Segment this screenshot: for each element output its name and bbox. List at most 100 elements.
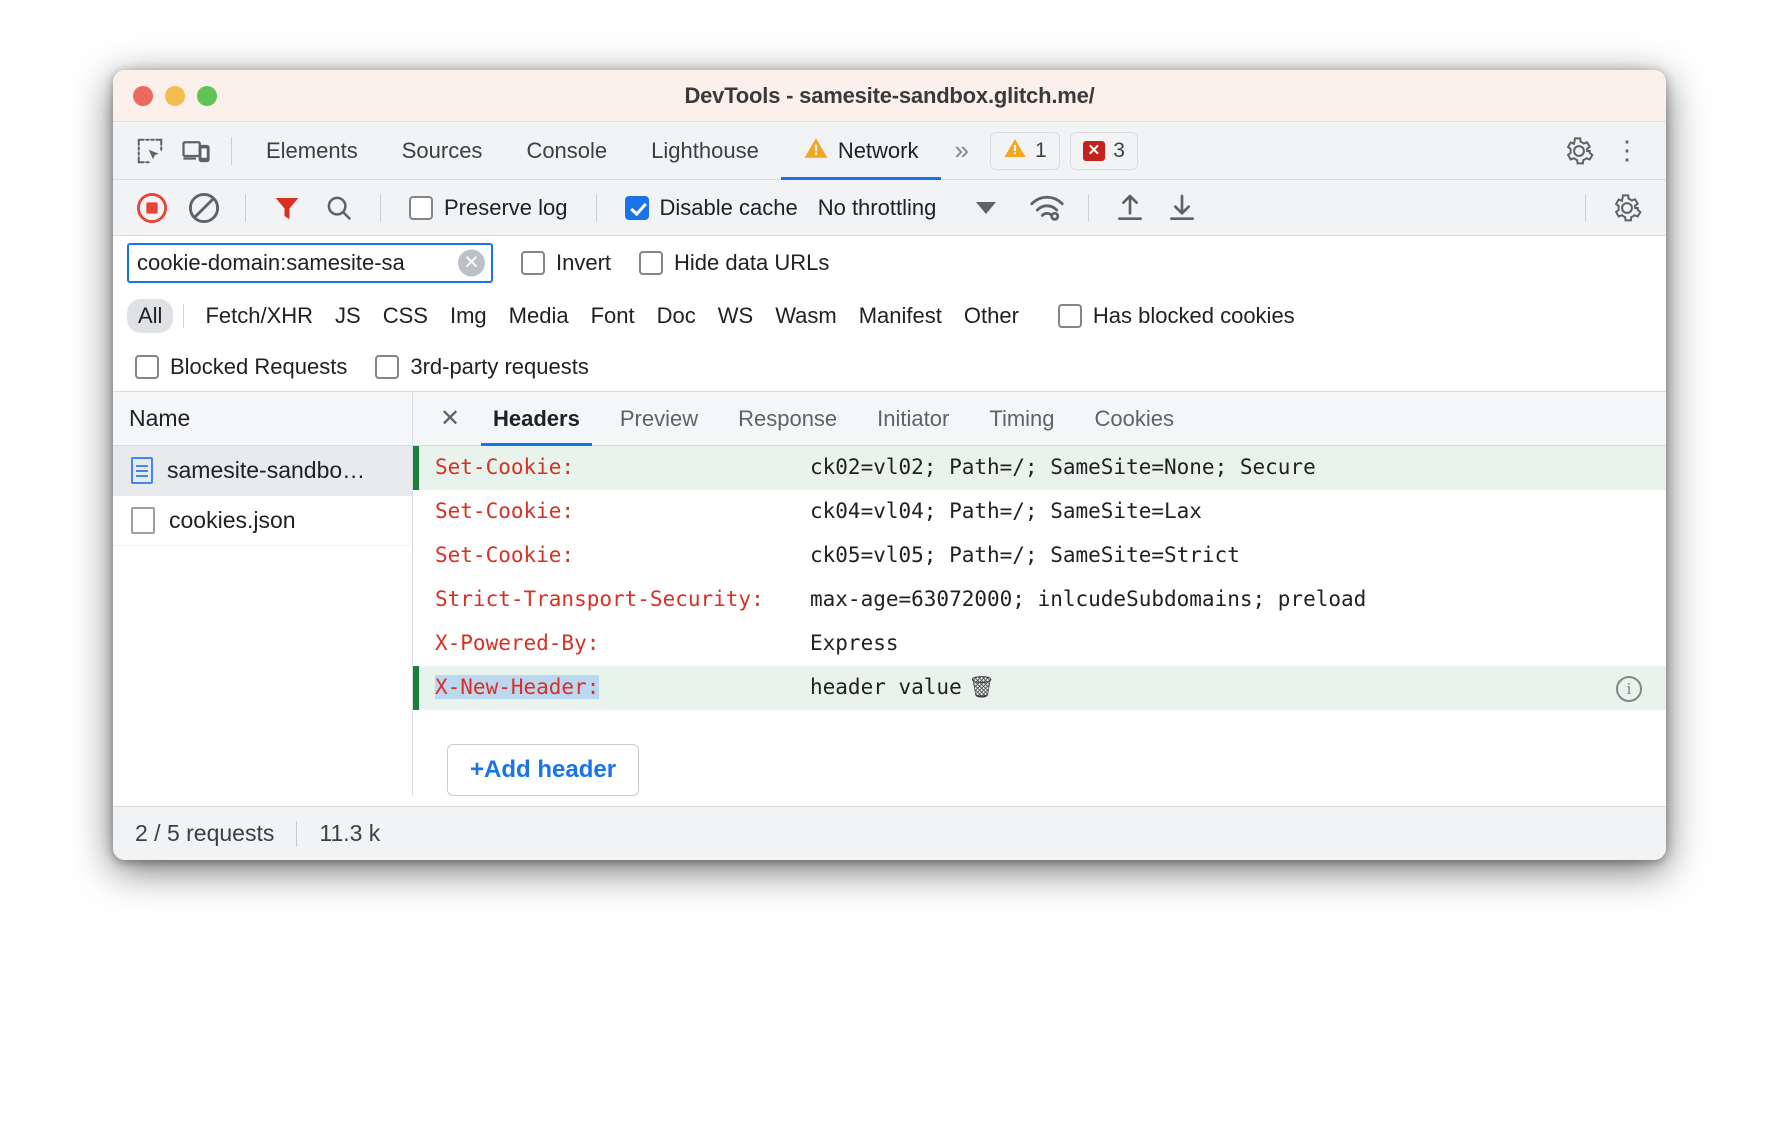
header-name[interactable]: Set-Cookie: xyxy=(435,497,810,527)
trash-icon[interactable]: 🗑 xyxy=(962,675,995,699)
invert-checkbox[interactable]: Invert xyxy=(493,250,611,276)
inspect-element-icon[interactable] xyxy=(127,131,173,171)
checkbox-box[interactable] xyxy=(625,196,649,220)
type-filter-other[interactable]: Other xyxy=(953,299,1030,333)
toolbar-divider xyxy=(231,137,232,165)
record-stop-icon[interactable] xyxy=(129,186,175,230)
document-icon xyxy=(131,457,153,484)
type-filter-all[interactable]: All xyxy=(127,299,173,333)
search-icon[interactable] xyxy=(316,186,362,230)
header-row[interactable]: Set-Cookie: ck02=vl02; Path=/; SameSite=… xyxy=(413,446,1666,490)
blocked-requests-checkbox[interactable]: Blocked Requests xyxy=(127,354,365,380)
header-name[interactable]: Set-Cookie: xyxy=(435,453,810,483)
header-name[interactable]: Strict-Transport-Security: xyxy=(435,585,810,615)
more-tabs-button[interactable]: » xyxy=(941,122,980,180)
filter-input[interactable]: cookie-domain:samesite-sa ✕ xyxy=(127,243,493,283)
warning-count-badge[interactable]: 1 xyxy=(990,132,1060,170)
header-row[interactable]: Set-Cookie: ck05=vl05; Path=/; SameSite=… xyxy=(413,534,1666,578)
header-value[interactable]: ck02=vl02; Path=/; SameSite=None; Secure xyxy=(810,453,1666,483)
preserve-log-label: Preserve log xyxy=(444,195,568,221)
add-header-button[interactable]: +Add header xyxy=(447,744,639,796)
detail-tab-preview[interactable]: Preview xyxy=(600,392,718,446)
filter-input-value: cookie-domain:samesite-sa xyxy=(137,250,405,276)
detail-tab-headers[interactable]: Headers xyxy=(473,392,600,446)
devtools-tabbar: Elements Sources Console Lighthouse xyxy=(113,122,1666,180)
request-row-cookies-json[interactable]: cookies.json xyxy=(113,496,412,546)
network-body: Name samesite-sandbo… cookies.json ✕ xyxy=(113,392,1666,796)
clear-input-icon[interactable]: ✕ xyxy=(458,250,485,277)
header-row[interactable]: Set-Cookie: ck04=vl04; Path=/; SameSite=… xyxy=(413,490,1666,534)
type-filter-manifest[interactable]: Manifest xyxy=(848,299,953,333)
upload-har-icon[interactable] xyxy=(1107,186,1153,230)
network-conditions-icon[interactable] xyxy=(1024,186,1070,230)
more-options-icon[interactable]: ⋮ xyxy=(1602,135,1652,166)
checkbox-box[interactable] xyxy=(135,355,159,379)
clear-icon[interactable] xyxy=(181,186,227,230)
header-row[interactable]: X-Powered-By: Express xyxy=(413,622,1666,666)
tab-sources[interactable]: Sources xyxy=(380,122,505,180)
type-filter-ws[interactable]: WS xyxy=(707,299,764,333)
gear-icon[interactable] xyxy=(1556,131,1602,171)
preserve-log-checkbox[interactable]: Preserve log xyxy=(399,195,578,221)
type-filter-font[interactable]: Font xyxy=(580,299,646,333)
tab-network[interactable]: Network xyxy=(781,122,941,180)
checkbox-box[interactable] xyxy=(409,196,433,220)
disable-cache-checkbox[interactable]: Disable cache xyxy=(615,195,808,221)
header-value[interactable]: max-age=63072000; inlcudeSubdomains; pre… xyxy=(810,585,1666,615)
resource-type-filter-row: All Fetch/XHR JS CSS Img Media Font Doc … xyxy=(113,290,1666,342)
has-blocked-cookies-checkbox[interactable]: Has blocked cookies xyxy=(1030,303,1305,329)
error-count-badge[interactable]: ✕ 3 xyxy=(1070,132,1138,170)
type-filter-css[interactable]: CSS xyxy=(372,299,439,333)
header-name-text: X-New-Header: xyxy=(435,675,599,699)
device-toolbar-icon[interactable] xyxy=(173,131,219,171)
request-row-samesite-sandbox[interactable]: samesite-sandbo… xyxy=(113,446,412,496)
header-name[interactable]: X-Powered-By: xyxy=(435,629,810,659)
header-row[interactable]: Strict-Transport-Security: max-age=63072… xyxy=(413,578,1666,622)
header-value[interactable]: header value 🗑 xyxy=(810,673,1666,703)
info-icon[interactable]: i xyxy=(1616,676,1642,702)
request-name: cookies.json xyxy=(169,507,296,534)
request-count: 2 / 5 requests xyxy=(135,820,274,847)
header-value[interactable]: ck04=vl04; Path=/; SameSite=Lax xyxy=(810,497,1666,527)
third-party-requests-checkbox[interactable]: 3rd-party requests xyxy=(365,354,607,380)
request-list-pane: Name samesite-sandbo… cookies.json xyxy=(113,392,413,796)
checkbox-box[interactable] xyxy=(639,251,663,275)
close-icon[interactable]: ✕ xyxy=(427,392,473,446)
detail-tab-response[interactable]: Response xyxy=(718,392,857,446)
detail-tab-initiator[interactable]: Initiator xyxy=(857,392,969,446)
header-name[interactable]: X-New-Header: xyxy=(435,673,810,703)
tab-elements[interactable]: Elements xyxy=(244,122,380,180)
warning-triangle-icon xyxy=(803,135,829,167)
type-filter-doc[interactable]: Doc xyxy=(646,299,707,333)
request-name-column-header[interactable]: Name xyxy=(113,392,412,446)
chevron-down-icon[interactable] xyxy=(976,202,996,214)
network-settings-gear-icon[interactable] xyxy=(1604,186,1650,230)
detail-tab-timing[interactable]: Timing xyxy=(969,392,1074,446)
header-name[interactable]: Set-Cookie: xyxy=(435,541,810,571)
type-filter-wasm[interactable]: Wasm xyxy=(764,299,848,333)
checkbox-box[interactable] xyxy=(1058,304,1082,328)
header-value[interactable]: ck05=vl05; Path=/; SameSite=Strict xyxy=(810,541,1666,571)
checkbox-box[interactable] xyxy=(375,355,399,379)
warning-count: 1 xyxy=(1035,139,1047,163)
tab-console[interactable]: Console xyxy=(504,122,629,180)
detail-tab-cookies[interactable]: Cookies xyxy=(1075,392,1194,446)
throttling-select-value[interactable]: No throttling xyxy=(814,195,937,221)
tab-label: Network xyxy=(838,138,919,164)
toolbar-divider xyxy=(1585,194,1586,222)
filter-funnel-icon[interactable] xyxy=(264,186,310,230)
checkbox-box[interactable] xyxy=(521,251,545,275)
header-value-text: header value xyxy=(810,675,962,699)
add-header-bar: +Add header xyxy=(413,730,1666,796)
toolbar-divider xyxy=(596,194,597,222)
header-value[interactable]: Express xyxy=(810,629,1666,659)
hide-data-urls-checkbox[interactable]: Hide data URLs xyxy=(611,250,829,276)
type-filter-js[interactable]: JS xyxy=(324,299,372,333)
header-row-new[interactable]: X-New-Header: header value 🗑 i xyxy=(413,666,1666,710)
tab-lighthouse[interactable]: Lighthouse xyxy=(629,122,781,180)
download-har-icon[interactable] xyxy=(1159,186,1205,230)
request-rows: samesite-sandbo… cookies.json xyxy=(113,446,412,796)
type-filter-fetch-xhr[interactable]: Fetch/XHR xyxy=(194,299,324,333)
type-filter-media[interactable]: Media xyxy=(498,299,580,333)
type-filter-img[interactable]: Img xyxy=(439,299,498,333)
